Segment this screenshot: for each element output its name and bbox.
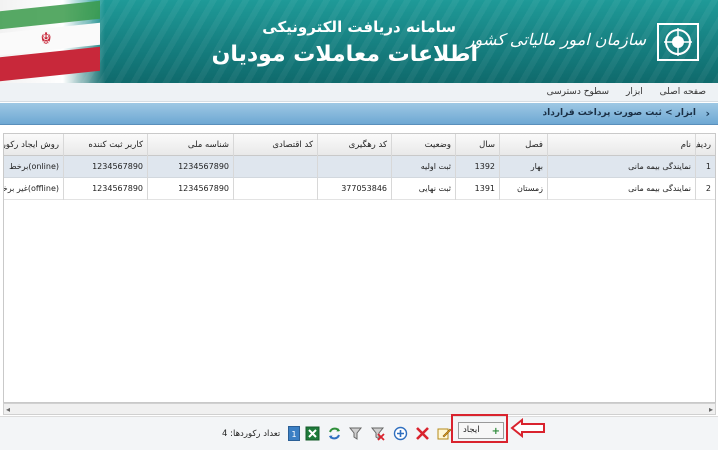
column-header-name[interactable]: نام (547, 134, 695, 156)
record-count: تعداد رکوردها: 4 (222, 429, 281, 439)
edit-icon[interactable] (437, 426, 452, 441)
grid-toolbar: تعداد رکوردها: 4 1 (0, 416, 718, 450)
cell-name: نمایندگی بیمه مانی (547, 178, 695, 200)
page-number-button[interactable]: 1 (288, 426, 300, 441)
filter-icon[interactable] (348, 426, 363, 441)
org-name: سازمان امور مالیاتی کشور (466, 30, 646, 49)
refresh-icon[interactable] (327, 426, 342, 441)
excel-export-icon[interactable] (305, 426, 320, 441)
column-header-economic-code[interactable]: کد اقتصادی (233, 134, 317, 156)
menu-item-home[interactable]: صفحه اصلی (660, 83, 706, 102)
column-header-tracking-code[interactable]: کد رهگیری (317, 134, 391, 156)
banner-title: اطلاعات معاملات مودیان (211, 42, 478, 67)
breadcrumb: ابزار > ثبت صورت پرداخت قرارداد (542, 108, 696, 118)
chevron-left-icon: ‹ (705, 107, 710, 120)
cell-economic-code (233, 156, 317, 178)
table-row[interactable]: 1 نمایندگی بیمه مانی بهار 1392 ثبت اولیه… (4, 156, 715, 178)
column-header-season[interactable]: فصل (499, 134, 547, 156)
column-header-national-id[interactable]: شناسه ملی (147, 134, 233, 156)
table-header: ردیف نام فصل سال وضعیت کد رهگیری کد اقتص… (4, 134, 715, 156)
cell-registered-by: 1234567890 (63, 178, 147, 200)
banner-subtitle: سامانه دریافت الکترونیکی (262, 18, 456, 36)
cell-tracking-code: 377053846 (317, 178, 391, 200)
horizontal-scrollbar[interactable]: ◂ ▸ (3, 403, 716, 415)
add-icon[interactable] (393, 426, 408, 441)
cell-index: 1 (695, 156, 715, 178)
column-header-creation-method[interactable]: روش ایجاد رکورد (4, 134, 63, 156)
cell-status: ثبت نهایی (391, 178, 455, 200)
menu-item-tools[interactable]: ابزار (626, 83, 643, 102)
emblem-icon: ☬ (40, 29, 52, 48)
scroll-left-icon[interactable]: ◂ (6, 404, 10, 415)
header-banner: ☬ سامانه دریافت الکترونیکی اطلاعات معامل… (0, 0, 718, 83)
red-arrow-annotation (510, 418, 545, 438)
breadcrumb-bar: ‹ ابزار > ثبت صورت پرداخت قرارداد (0, 103, 718, 125)
cell-season: زمستان (499, 178, 547, 200)
column-header-index[interactable]: ردیف (695, 134, 715, 156)
clear-filter-icon[interactable] (370, 426, 385, 441)
cell-economic-code (233, 178, 317, 200)
cell-creation-method: (offline)غیر برخط (4, 184, 59, 193)
delete-icon[interactable] (415, 426, 430, 441)
org-logo-icon (657, 23, 699, 61)
cell-tracking-code (317, 156, 391, 178)
column-header-year[interactable]: سال (455, 134, 499, 156)
column-header-registered-by[interactable]: کاربر ثبت کننده (63, 134, 147, 156)
table-row[interactable]: 2 نمایندگی بیمه مانی زمستان 1391 ثبت نها… (4, 178, 715, 200)
cell-year: 1392 (455, 156, 499, 178)
cell-creation-method: (online)برخط (9, 162, 59, 171)
cell-status: ثبت اولیه (391, 156, 455, 178)
cell-registered-by: 1234567890 (63, 156, 147, 178)
cell-national-id: 1234567890 (147, 178, 233, 200)
cell-national-id: 1234567890 (147, 156, 233, 178)
cell-index: 2 (695, 178, 715, 200)
main-menu: صفحه اصلی ابزار سطوح دسترسی (0, 83, 718, 102)
highlight-annotation (451, 414, 508, 443)
cell-season: بهار (499, 156, 547, 178)
records-table: ردیف نام فصل سال وضعیت کد رهگیری کد اقتص… (3, 133, 716, 403)
scroll-right-icon[interactable]: ▸ (709, 404, 713, 415)
menu-item-access-levels[interactable]: سطوح دسترسی (547, 83, 610, 102)
cell-name: نمایندگی بیمه مانی (547, 156, 695, 178)
cell-year: 1391 (455, 178, 499, 200)
iran-flag-image: ☬ (0, 0, 105, 83)
column-header-status[interactable]: وضعیت (391, 134, 455, 156)
